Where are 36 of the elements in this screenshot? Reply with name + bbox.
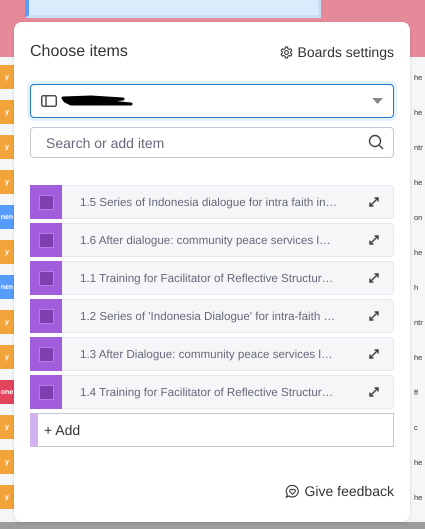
search-icon bbox=[368, 134, 384, 150]
board-icon bbox=[41, 95, 57, 107]
dropdown-caret-icon bbox=[372, 98, 383, 104]
expand-icon[interactable] bbox=[368, 310, 380, 322]
board-dropdown[interactable] bbox=[30, 84, 394, 118]
item-row[interactable]: 1.5 Series of Indonesia dialogue for intra faith in… bbox=[30, 185, 394, 219]
item-title: 1.5 Series of Indonesia dialogue for intra faith in… bbox=[80, 196, 338, 208]
item-row[interactable]: 1.6 After dialogue: community peace services l… bbox=[30, 223, 394, 257]
item-row[interactable]: 1.4 Training for Facilitator of Reflective Structur… bbox=[30, 375, 394, 409]
add-item-button[interactable]: + Add bbox=[30, 413, 394, 447]
item-checkbox[interactable] bbox=[38, 308, 54, 324]
expand-icon[interactable] bbox=[368, 348, 380, 360]
item-row[interactable]: 1.2 Series of 'Indonesia Dialogue' for intra-faith … bbox=[30, 299, 394, 333]
item-checkbox[interactable] bbox=[38, 346, 54, 362]
item-title: 1.4 Training for Facilitator of Reflective Structur… bbox=[80, 386, 334, 398]
dialog-title: Choose items bbox=[30, 43, 128, 61]
expand-icon[interactable] bbox=[368, 272, 380, 284]
item-row[interactable]: 1.3 After Dialogue: community peace services l… bbox=[30, 337, 394, 371]
item-checkbox[interactable] bbox=[38, 270, 54, 286]
settings-icon bbox=[280, 46, 292, 58]
give-feedback-button[interactable]: Give feedback bbox=[284, 483, 394, 499]
item-checkbox[interactable] bbox=[38, 384, 54, 400]
expand-icon[interactable] bbox=[368, 386, 380, 398]
expand-icon[interactable] bbox=[368, 234, 380, 246]
item-title: 1.1 Training for Facilitator of Reflective Structur… bbox=[80, 272, 334, 284]
item-title: 1.2 Series of 'Indonesia Dialogue' for intra-faith … bbox=[80, 310, 336, 322]
redaction-mark bbox=[61, 95, 133, 107]
search-field[interactable]: Search or add item bbox=[30, 127, 394, 158]
item-checkbox[interactable] bbox=[38, 232, 54, 248]
boards-settings-button[interactable]: Boards settings bbox=[276, 44, 394, 60]
item-checkbox[interactable] bbox=[38, 194, 54, 210]
item-title: 1.6 After dialogue: community peace services l… bbox=[80, 234, 332, 246]
item-row[interactable]: 1.1 Training for Facilitator of Reflective Structur… bbox=[30, 261, 394, 295]
item-title: 1.3 After Dialogue: community peace services l… bbox=[80, 348, 334, 360]
feedback-icon bbox=[284, 484, 300, 498]
expand-icon[interactable] bbox=[368, 196, 380, 208]
